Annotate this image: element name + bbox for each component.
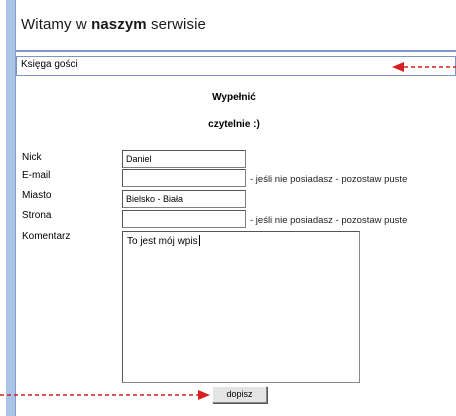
nick-input[interactable] xyxy=(122,150,246,168)
form-heading-line-2: czytelnie :) xyxy=(208,119,260,130)
submit-button[interactable]: dopisz xyxy=(212,386,267,403)
website-hint: - jeśli nie posiadasz - pozostaw puste xyxy=(250,215,408,226)
website-label: Strona xyxy=(22,210,52,221)
page-title-part-3: serwisie xyxy=(146,16,206,33)
header-divider xyxy=(16,50,456,52)
website-input[interactable] xyxy=(122,210,246,228)
breadcrumb-annotation-arrow-icon xyxy=(392,62,456,72)
page-title-part-2: naszym xyxy=(91,16,147,33)
page-title-part-1: Witamy w xyxy=(21,16,92,33)
comment-text: To jest mój wpis xyxy=(127,236,198,247)
text-caret xyxy=(198,235,200,246)
page-title: Witamy w naszym serwisie xyxy=(21,16,206,33)
comment-label: Komentarz xyxy=(22,231,71,242)
guestbook-page: Witamy w naszym serwisie Księga gości Wy… xyxy=(0,0,456,416)
breadcrumb-label[interactable]: Księga gości xyxy=(21,59,78,70)
email-label: E-mail xyxy=(22,170,51,181)
city-input[interactable] xyxy=(122,190,246,208)
nick-label: Nick xyxy=(22,152,42,163)
city-label: Miasto xyxy=(22,190,52,201)
email-input[interactable] xyxy=(122,169,246,187)
comment-textarea[interactable]: To jest mój wpis xyxy=(122,231,360,383)
email-hint: - jeśli nie posiadasz - pozostaw puste xyxy=(250,174,408,185)
left-accent-bar xyxy=(6,0,15,416)
submit-annotation-arrow-icon xyxy=(0,390,210,400)
form-heading-line-1: Wypełnić xyxy=(212,92,256,103)
